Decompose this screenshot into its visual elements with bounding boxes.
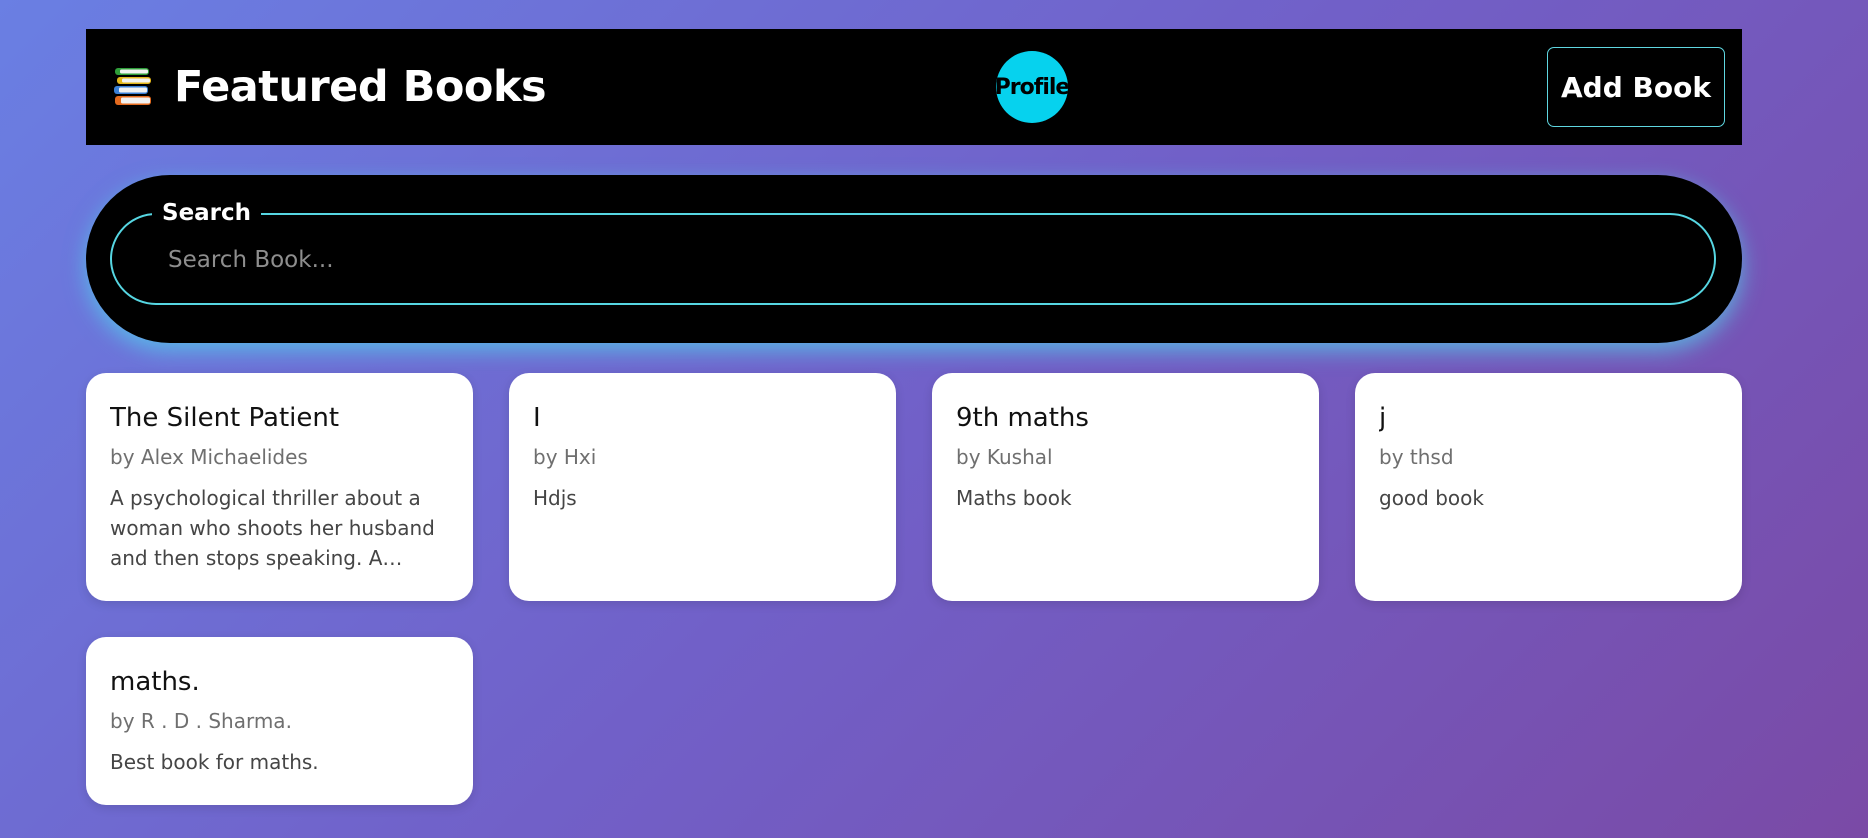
profile-button[interactable]: Profile (996, 51, 1068, 123)
page-title: Featured Books (174, 62, 547, 112)
book-title: 9th maths (956, 403, 1089, 433)
search-label: Search (152, 196, 262, 230)
book-description: A psychological thriller about a woman w… (110, 486, 435, 570)
book-card[interactable]: I by Hxi Hdjs (509, 373, 896, 601)
book-author: by thsd (1379, 445, 1454, 469)
book-title: The Silent Patient (110, 403, 340, 433)
book-title: I (533, 403, 541, 433)
book-description: Maths book (956, 486, 1072, 510)
book-description: Hdjs (533, 486, 577, 510)
book-card[interactable]: j by thsd good book (1355, 373, 1742, 601)
book-description: good book (1379, 486, 1484, 510)
search-fieldset: Search (110, 196, 1716, 305)
books-stack-icon (114, 68, 151, 105)
book-title: j (1379, 403, 1387, 433)
book-title: maths. (110, 667, 200, 697)
add-book-button[interactable]: Add Book (1547, 47, 1725, 127)
book-author: by R . D . Sharma. (110, 709, 292, 733)
book-card[interactable]: The Silent Patient by Alex Michaelides A… (86, 373, 473, 601)
book-author: by Hxi (533, 445, 597, 469)
book-card[interactable]: maths. by R . D . Sharma. Best book for … (86, 637, 473, 805)
top-header: Featured Books Profile Add Book (86, 29, 1742, 145)
book-description: Best book for maths. (110, 750, 319, 774)
book-card[interactable]: 9th maths by Kushal Maths book (932, 373, 1319, 601)
search-input[interactable] (166, 233, 1650, 287)
book-author: by Kushal (956, 445, 1053, 469)
book-author: by Alex Michaelides (110, 445, 308, 469)
search-panel: Search (86, 175, 1742, 343)
brand: Featured Books (112, 29, 547, 145)
